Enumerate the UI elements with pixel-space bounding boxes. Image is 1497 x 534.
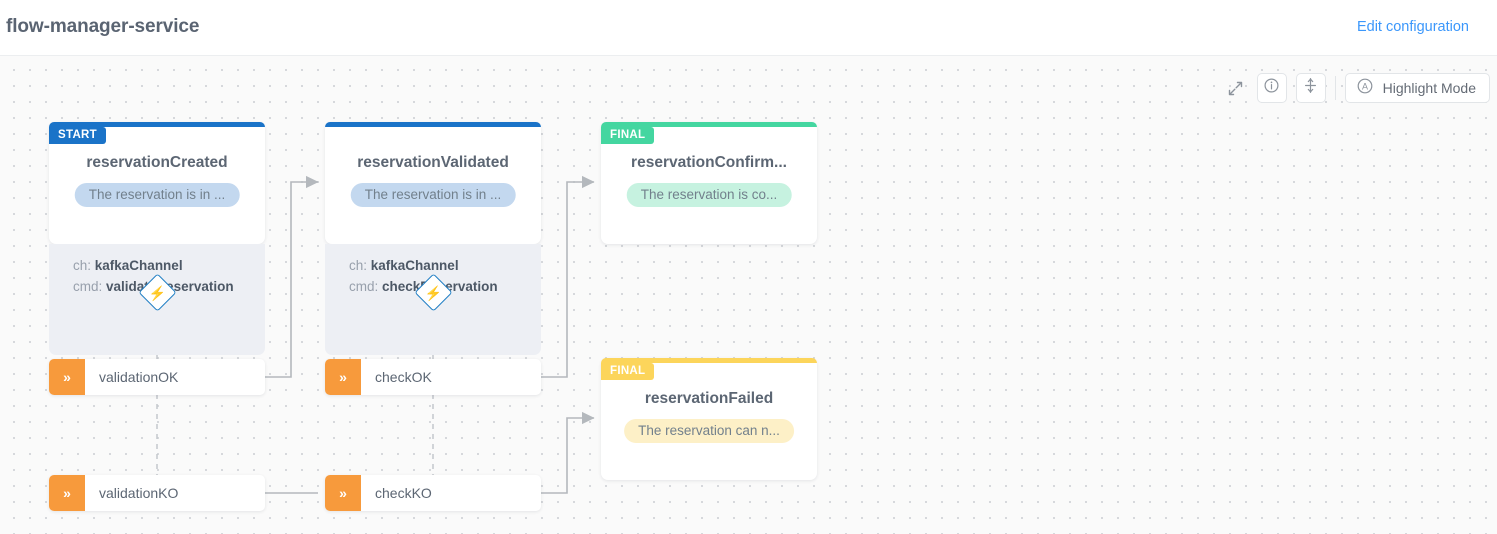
canvas-toolbar: A Highlight Mode: [1224, 73, 1490, 103]
transition-label: validationOK: [85, 359, 178, 395]
double-chevron-right-icon: »: [49, 359, 85, 395]
highlight-mode-label: Highlight Mode: [1383, 80, 1476, 96]
node-title: reservationCreated: [49, 154, 265, 172]
node-title: reservationFailed: [601, 390, 817, 408]
node-title: reservationValidated: [325, 154, 541, 172]
page-header: flow-manager-service Edit configuration: [0, 0, 1497, 55]
info-circle-icon: [1263, 77, 1280, 99]
transition-validation-ko[interactable]: » validationKO: [49, 475, 265, 511]
vertical-align-icon: [1302, 77, 1319, 99]
transition-label: validationKO: [85, 475, 178, 511]
align-button[interactable]: [1296, 73, 1326, 103]
channel-label: ch:: [349, 258, 367, 273]
channel-line: ch: kafkaChannel: [349, 255, 541, 276]
expand-arrows-icon[interactable]: [1224, 76, 1248, 100]
channel-line: ch: kafkaChannel: [73, 255, 265, 276]
edit-configuration-link[interactable]: Edit configuration: [1357, 19, 1469, 35]
toolbar-divider: [1335, 76, 1336, 100]
node-status-bar: [325, 122, 541, 127]
node-description-pill: The reservation can n...: [624, 419, 794, 443]
node-reservation-confirmed[interactable]: FINAL reservationConfirm... The reservat…: [601, 122, 817, 244]
node-badge-final: FINAL: [601, 363, 654, 380]
svg-text:A: A: [1362, 81, 1368, 91]
transition-label: checkKO: [361, 475, 432, 511]
command-label: cmd:: [349, 279, 378, 294]
double-chevron-right-icon: »: [325, 475, 361, 511]
transition-validation-ok[interactable]: » validationOK: [49, 359, 265, 395]
flow-canvas[interactable]: A Highlight Mode START reservationCreate…: [0, 55, 1497, 534]
double-chevron-right-icon: »: [325, 359, 361, 395]
node-badge-start: START: [49, 127, 106, 144]
channel-label: ch:: [73, 258, 91, 273]
transition-label: checkOK: [361, 359, 432, 395]
node-reservation-created[interactable]: START reservationCreated The reservation…: [49, 122, 265, 244]
info-button[interactable]: [1257, 73, 1287, 103]
channel-value: kafkaChannel: [95, 258, 183, 273]
highlight-circle-a-icon: A: [1356, 77, 1374, 100]
command-label: cmd:: [73, 279, 102, 294]
transition-check-ko[interactable]: » checkKO: [325, 475, 541, 511]
node-description-pill: The reservation is co...: [627, 183, 792, 207]
node-reservation-validated[interactable]: reservationValidated The reservation is …: [325, 122, 541, 244]
node-description-pill: The reservation is in ...: [75, 183, 240, 207]
node-title: reservationConfirm...: [601, 154, 817, 172]
double-chevron-right-icon: »: [49, 475, 85, 511]
node-badge-final: FINAL: [601, 127, 654, 144]
channel-value: kafkaChannel: [371, 258, 459, 273]
lightning-bolt-icon: ⚡: [420, 279, 447, 306]
page-title: flow-manager-service: [6, 16, 199, 38]
highlight-mode-button[interactable]: A Highlight Mode: [1345, 73, 1490, 103]
transition-check-ok[interactable]: » checkOK: [325, 359, 541, 395]
node-reservation-failed[interactable]: FINAL reservationFailed The reservation …: [601, 358, 817, 480]
lightning-bolt-icon: ⚡: [144, 279, 171, 306]
node-description-pill: The reservation is in ...: [351, 183, 516, 207]
